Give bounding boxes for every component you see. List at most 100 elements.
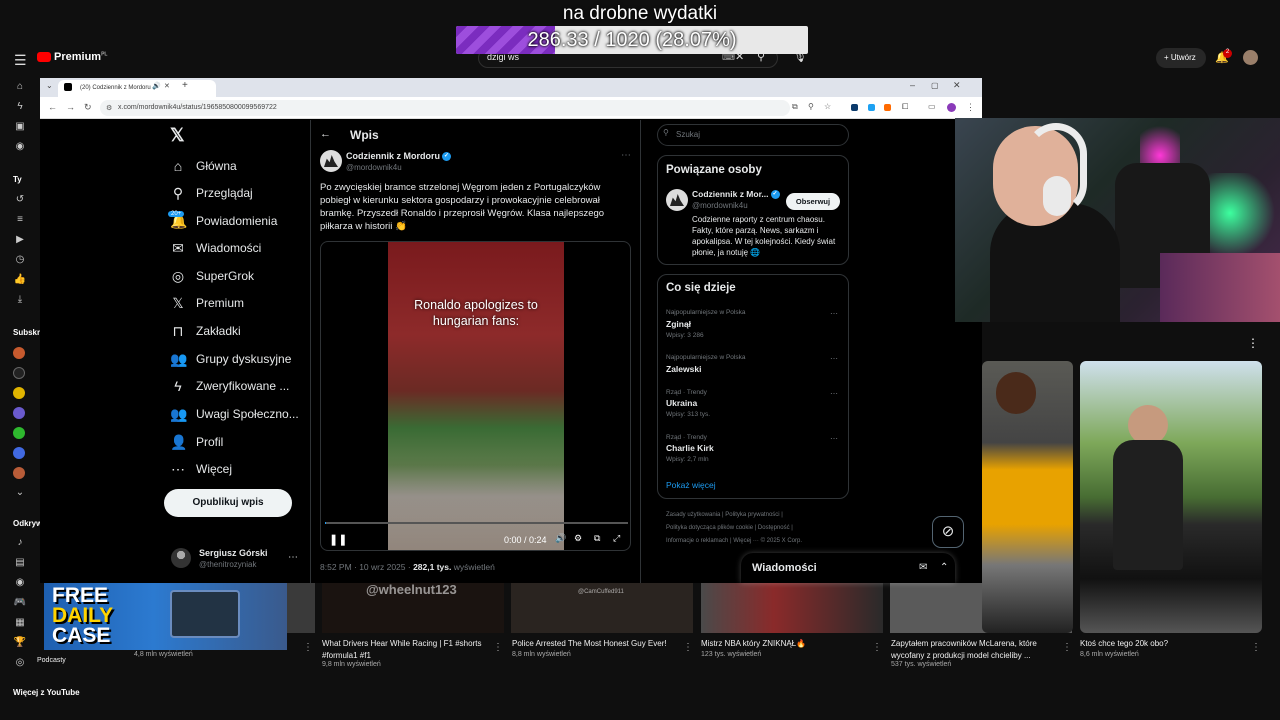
volume-icon[interactable]: 🔊 bbox=[555, 533, 566, 544]
youtube-logo[interactable]: PremiumPL bbox=[54, 51, 107, 63]
nav-explore[interactable]: ⚲ Przeglądaj bbox=[170, 180, 253, 206]
premium-icon[interactable]: ◉ bbox=[13, 141, 27, 152]
subscriptions-icon[interactable]: ▣ bbox=[13, 121, 27, 132]
video-more-icon[interactable]: ⋮ bbox=[683, 642, 693, 653]
extension-icon[interactable] bbox=[851, 104, 858, 111]
movies-icon[interactable]: ▤ bbox=[13, 557, 27, 568]
trend-name[interactable]: Zalewski bbox=[666, 364, 701, 374]
video-more-icon[interactable]: ⋮ bbox=[872, 642, 882, 653]
channel-avatar[interactable] bbox=[13, 407, 25, 419]
author-name[interactable]: Codziennik z Mordoru ✓ bbox=[346, 151, 451, 162]
video-title[interactable]: Police Arrested The Most Honest Guy Ever… bbox=[512, 638, 682, 650]
podcasts-icon[interactable]: ◎ bbox=[13, 657, 27, 668]
new-tab-icon[interactable]: + bbox=[182, 80, 188, 91]
gaming-icon[interactable]: 🎮 bbox=[13, 597, 27, 608]
profile-avatar[interactable] bbox=[947, 103, 956, 112]
video-title[interactable]: Zapytałem pracowników McLarena, które wy… bbox=[891, 638, 1066, 662]
post-button[interactable]: Opublikuj wpis bbox=[164, 489, 292, 517]
chevron-down-icon[interactable]: ⌄ bbox=[13, 487, 27, 498]
news-icon[interactable]: ▦ bbox=[13, 617, 27, 628]
fullscreen-icon[interactable]: ⤢ bbox=[613, 533, 620, 544]
channel-avatar[interactable] bbox=[13, 447, 25, 459]
video-title[interactable]: Mistrz NBA który ZNIKNĄŁ🔥 bbox=[701, 638, 871, 650]
related-name[interactable]: Codziennik z Mor... ✓ bbox=[692, 189, 780, 200]
trend-more-icon[interactable]: ⋯ bbox=[830, 389, 838, 398]
nav-home[interactable]: ⌂ Główna bbox=[170, 153, 237, 179]
music-icon[interactable]: ♪ bbox=[13, 537, 27, 548]
nav-communities[interactable]: 👥 Grupy dyskusyjne bbox=[170, 346, 291, 372]
video-thumbnail[interactable] bbox=[701, 583, 883, 633]
picture-in-picture-icon[interactable]: ⧉ bbox=[594, 533, 600, 544]
downloads-icon[interactable]: ⤓ bbox=[13, 294, 27, 305]
site-info-icon[interactable]: ⚙ bbox=[106, 104, 112, 112]
follow-button[interactable]: Obserwuj bbox=[786, 193, 840, 210]
video-progress-bar[interactable] bbox=[325, 522, 628, 524]
trend-more-icon[interactable]: ⋯ bbox=[830, 354, 838, 363]
watch-later-icon[interactable]: ◷ bbox=[13, 254, 27, 265]
nav-notifications[interactable]: 🔔 Powiadomienia bbox=[170, 208, 277, 234]
forward-icon[interactable]: → bbox=[66, 102, 75, 112]
tab-close-icon[interactable]: ✕ bbox=[164, 82, 170, 90]
sidebar-section-you[interactable]: Ty bbox=[13, 175, 22, 184]
liked-icon[interactable]: 👍 bbox=[13, 274, 27, 285]
maximize-icon[interactable]: ▢ bbox=[931, 81, 939, 90]
footer-links[interactable]: Informacje o reklamach | Więcej ··· © 20… bbox=[666, 538, 802, 544]
trend-name[interactable]: Charlie Kirk bbox=[666, 443, 714, 453]
grok-button-icon[interactable]: ⊘ bbox=[932, 516, 964, 548]
new-message-icon[interactable]: ✉ bbox=[919, 562, 927, 573]
install-icon[interactable]: ⧉ bbox=[792, 102, 798, 112]
extension-icon[interactable] bbox=[884, 104, 891, 111]
tweet-video[interactable]: Ronaldo apologizes to hungarian fans: ❚❚… bbox=[320, 241, 631, 551]
trend-name[interactable]: Ukraina bbox=[666, 398, 697, 408]
back-icon[interactable]: ← bbox=[48, 102, 57, 112]
nav-community-notes[interactable]: 👥 Uwagi Społeczno... bbox=[170, 401, 299, 427]
video-more-icon[interactable]: ⋮ bbox=[1062, 642, 1072, 653]
tab-audio-icon[interactable]: 🔊 bbox=[152, 82, 161, 90]
your-videos-icon[interactable]: ▶ bbox=[13, 234, 27, 245]
extensions-puzzle-icon[interactable]: ⧠ bbox=[902, 102, 908, 112]
channel-avatar[interactable] bbox=[13, 367, 25, 379]
extension-icon[interactable] bbox=[868, 104, 875, 111]
shelf-more-icon[interactable]: ⋮ bbox=[1247, 336, 1259, 350]
browser-tab[interactable]: (20) Codziennik z Mordoru bbox=[58, 80, 216, 97]
author-handle[interactable]: @mordownik4u bbox=[346, 163, 402, 172]
home-icon[interactable]: ⌂ bbox=[13, 81, 27, 92]
expand-icon[interactable]: ⌃ bbox=[940, 562, 948, 573]
nav-verified[interactable]: ϟ Zweryfikowane ... bbox=[170, 373, 289, 399]
back-arrow-icon[interactable]: ← bbox=[320, 128, 331, 140]
minimize-icon[interactable]: – bbox=[910, 80, 915, 90]
youtube-logo-icon[interactable] bbox=[37, 52, 51, 62]
nav-more[interactable]: ⋯ Więcej bbox=[170, 456, 232, 482]
reload-icon[interactable]: ↻ bbox=[84, 102, 92, 113]
video-title[interactable]: What Drivers Hear While Racing | F1 #sho… bbox=[322, 638, 492, 662]
nav-supergrok[interactable]: ◎ SuperGrok bbox=[170, 263, 254, 289]
video-title[interactable]: Ktoś chce tego 20k obo? bbox=[1080, 638, 1250, 650]
bookmark-star-icon[interactable]: ☆ bbox=[824, 102, 831, 111]
channel-avatar[interactable] bbox=[13, 387, 25, 399]
account-avatar[interactable] bbox=[1243, 50, 1258, 65]
history-icon[interactable]: ↺ bbox=[13, 194, 27, 205]
footer-links[interactable]: Zasady użytkowania | Polityka prywatnośc… bbox=[666, 512, 783, 518]
live-icon[interactable]: ◉ bbox=[13, 577, 27, 588]
show-more-link[interactable]: Pokaż więcej bbox=[666, 480, 716, 490]
nav-profile[interactable]: 👤 Profil bbox=[170, 429, 223, 455]
playlists-icon[interactable]: ≡ bbox=[13, 214, 27, 225]
create-button[interactable]: + Utwórz bbox=[1156, 48, 1206, 68]
video-more-icon[interactable]: ⋮ bbox=[303, 642, 313, 653]
downloads-icon[interactable]: ▭ bbox=[928, 102, 936, 111]
trend-name[interactable]: Zginął bbox=[666, 319, 691, 329]
shorts-icon[interactable]: ϟ bbox=[13, 101, 27, 112]
footer-links[interactable]: Polityka dotycząca plików cookie | Dostę… bbox=[666, 525, 793, 531]
nav-messages[interactable]: ✉ Wiadomości bbox=[170, 235, 261, 261]
browser-menu-icon[interactable]: ⋮ bbox=[966, 102, 975, 113]
pause-icon[interactable]: ❚❚ bbox=[329, 533, 347, 546]
video-thumbnail[interactable] bbox=[287, 583, 315, 633]
user-name[interactable]: Sergiusz Górski bbox=[199, 548, 268, 558]
sidebar-item-podcasts[interactable]: Podcasty bbox=[37, 657, 66, 664]
nav-premium[interactable]: 𝕏 Premium bbox=[170, 290, 244, 316]
video-more-icon[interactable]: ⋮ bbox=[493, 642, 503, 653]
user-avatar[interactable] bbox=[171, 548, 191, 568]
close-window-icon[interactable]: ✕ bbox=[953, 80, 961, 91]
account-more-icon[interactable]: ⋯ bbox=[288, 552, 298, 563]
x-search-input[interactable]: Szukaj bbox=[657, 124, 849, 146]
